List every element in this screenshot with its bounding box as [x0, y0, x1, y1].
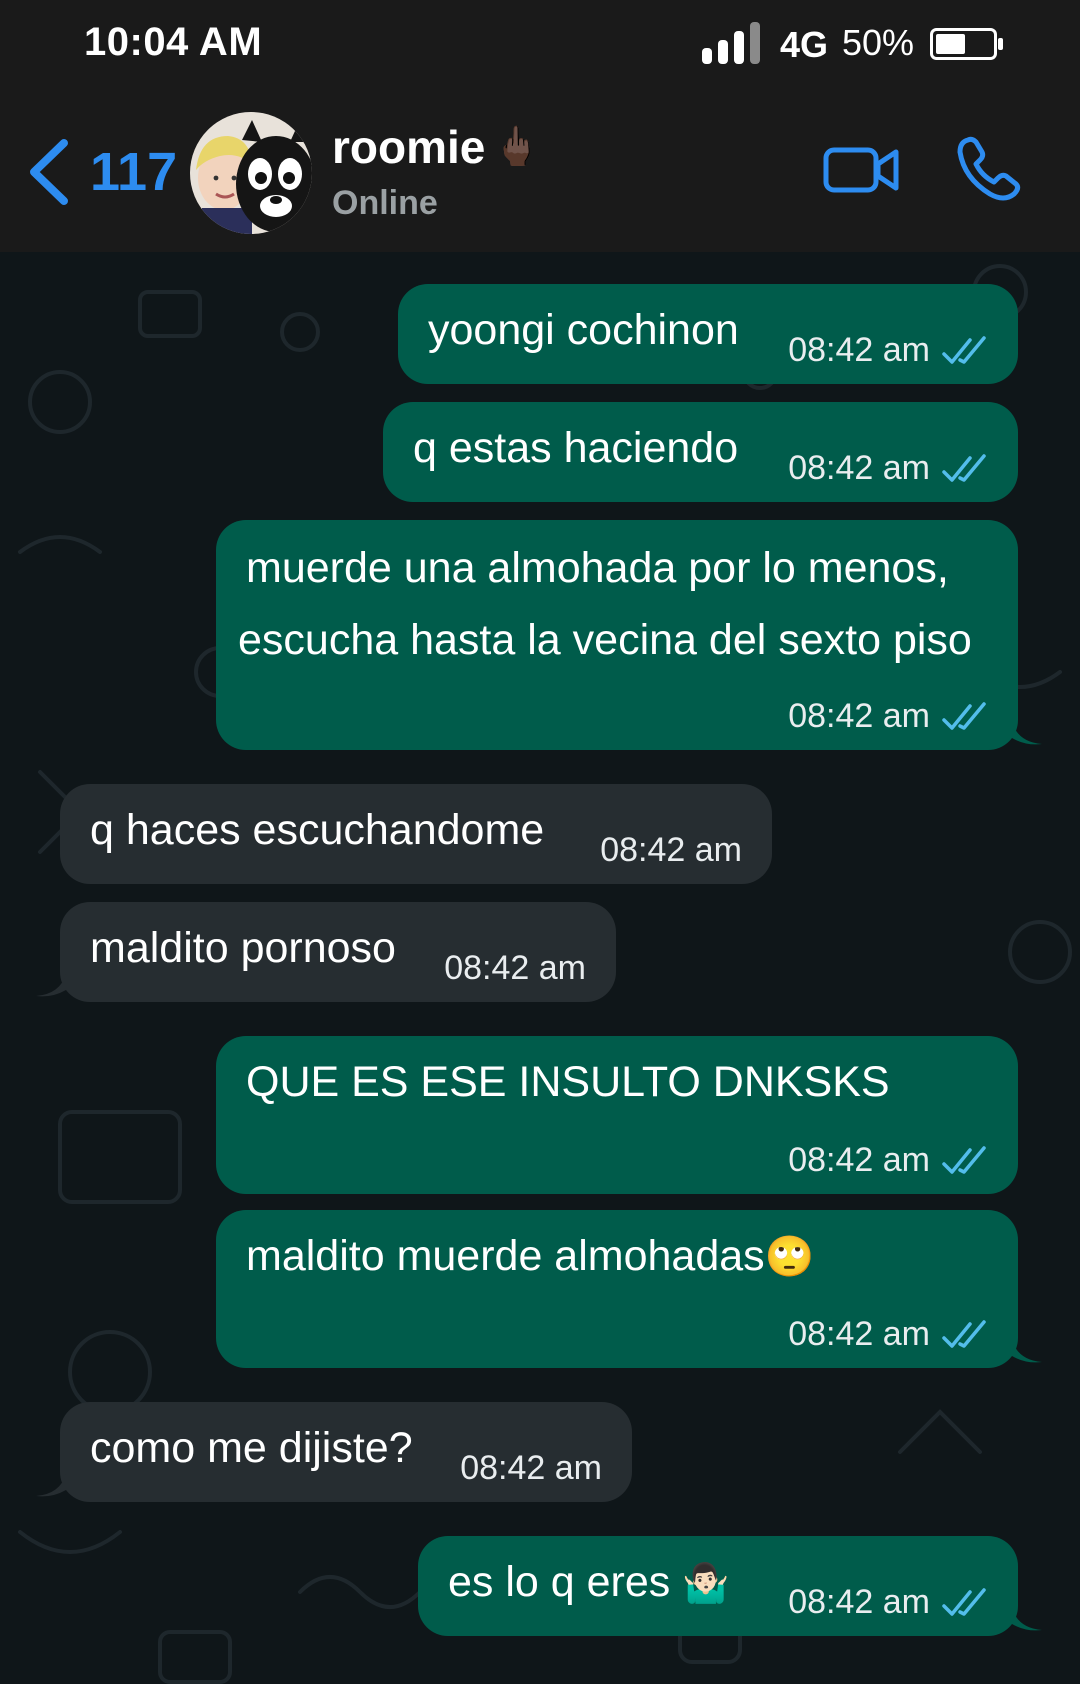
eye-roll-emoji: 🙄 [764, 1235, 815, 1279]
message-time: 08:42 am [444, 949, 586, 987]
message-bubble-outgoing[interactable]: muerde una almohada por lo menos, escuch… [216, 520, 1018, 750]
message-bubble-incoming[interactable]: como me dijiste? 08:42 am [60, 1402, 632, 1502]
message-bubble-outgoing[interactable]: es lo q eres 🤷🏻‍♂️ 08:42 am [418, 1536, 1018, 1636]
message-time: 08:42 am [788, 1141, 930, 1179]
contact-status: Online [332, 184, 438, 222]
chat-header: 117 roomie 🖕🏿 Online [0, 92, 1080, 252]
message-bubble-outgoing[interactable]: q estas haciendo 08:42 am [383, 402, 1018, 502]
phone-icon[interactable] [954, 134, 1024, 204]
contact-name-text: roomie [332, 121, 486, 173]
video-call-icon[interactable] [822, 140, 902, 200]
shrug-emoji: 🤷🏻‍♂️ [682, 1563, 730, 1605]
double-check-icon [942, 1145, 986, 1174]
name-emoji: 🖕🏿 [493, 126, 541, 168]
message-bubble-outgoing[interactable]: QUE ES ESE INSULTO DNKSKS 08:42 am [216, 1036, 1018, 1194]
message-text: yoongi cochinon [428, 306, 739, 354]
back-button[interactable]: 117 [26, 130, 177, 214]
bubble-tail [1012, 1608, 1042, 1631]
message-text: maldito muerde almohadas🙄 [246, 1232, 814, 1281]
back-chevron-icon [30, 139, 68, 205]
message-text-body: maldito muerde almohadas [246, 1232, 765, 1280]
message-text-line-1: muerde una almohada por lo menos, [246, 544, 949, 592]
signal-bars-icon [702, 22, 760, 64]
chat-area[interactable]: yoongi cochinon 08:42 am q estas haciend… [0, 252, 1080, 1684]
avatar[interactable] [190, 112, 312, 234]
message-bubble-outgoing[interactable]: maldito muerde almohadas🙄 08:42 am [216, 1210, 1018, 1368]
message-time: 08:42 am [788, 1583, 930, 1621]
message-meta: 08:42 am [788, 331, 988, 370]
message-text-body: es lo q eres [448, 1558, 671, 1606]
message-time: 08:42 am [788, 331, 930, 369]
message-meta: 08:42 am [460, 1449, 602, 1488]
double-check-icon [942, 1587, 986, 1616]
message-meta: 08:42 am [788, 449, 988, 488]
message-text: es lo q eres 🤷🏻‍♂️ [448, 1558, 730, 1607]
message-meta: 08:42 am [788, 697, 988, 736]
message-time: 08:42 am [788, 449, 930, 487]
message-bubble-incoming[interactable]: q haces escuchandome 08:42 am [60, 784, 772, 884]
message-text: q estas haciendo [413, 424, 739, 472]
message-text: como me dijiste? [90, 1424, 413, 1472]
bubble-tail [1012, 1340, 1042, 1363]
message-time: 08:42 am [788, 1315, 930, 1353]
message-text: q haces escuchandome [90, 806, 545, 854]
double-check-icon [942, 335, 986, 364]
message-meta: 08:42 am [444, 949, 586, 988]
message-time: 08:42 am [600, 831, 742, 869]
battery-icon [930, 28, 1003, 60]
message-text: QUE ES ESE INSULTO DNKSKS [246, 1058, 890, 1106]
message-meta: 08:42 am [788, 1315, 988, 1354]
message-bubble-incoming[interactable]: maldito pornoso 08:42 am [60, 902, 616, 1002]
contact-name[interactable]: roomie 🖕🏿 [332, 120, 541, 174]
network-type: 4G [780, 24, 829, 65]
double-check-icon [942, 453, 986, 482]
bubble-tail [36, 974, 66, 997]
message-text-line-2: escucha hasta la vecina del sexto piso [238, 616, 972, 664]
message-meta: 08:42 am [788, 1583, 988, 1622]
bubble-tail [1012, 722, 1042, 745]
status-bar: 10:04 AM 4G 50% [0, 0, 1080, 92]
battery-percent: 50% [842, 22, 915, 63]
double-check-icon [942, 701, 986, 730]
status-time: 10:04 AM [84, 20, 263, 64]
message-meta: 08:42 am [788, 1141, 988, 1180]
bubble-tail [36, 1474, 66, 1497]
message-time: 08:42 am [460, 1449, 602, 1487]
message-text: maldito pornoso [90, 924, 396, 972]
double-check-icon [942, 1319, 986, 1348]
unread-count: 117 [90, 142, 178, 202]
message-bubble-outgoing[interactable]: yoongi cochinon 08:42 am [398, 284, 1018, 384]
message-time: 08:42 am [788, 697, 930, 735]
message-meta: 08:42 am [600, 831, 742, 870]
